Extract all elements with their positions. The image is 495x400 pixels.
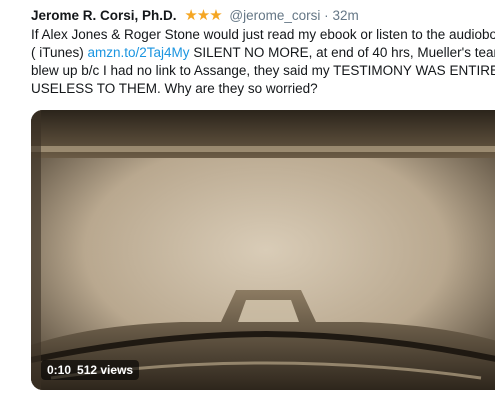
display-name[interactable]: Jerome R. Corsi, Ph.D. — [31, 8, 177, 23]
video-duration: 0:10 — [47, 363, 72, 377]
tweet-text-line: USELESS TO THEM. Why are they so worried… — [31, 80, 495, 98]
star-emoji-icon: ★★★ — [184, 7, 222, 24]
video-view-count: 512 views — [77, 363, 134, 377]
video-thumbnail — [31, 110, 495, 390]
tweet-text-segment: SILENT NO MORE, at end of 40 hrs, Muelle… — [189, 45, 495, 60]
tweet-text-line: If Alex Jones & Roger Stone would just r… — [31, 26, 495, 44]
tweet-link[interactable]: amzn.to/2Taj4My — [88, 45, 190, 60]
video-player[interactable]: 0:10 512 views — [31, 110, 495, 390]
tweet-text-line: ( iTunes) amzn.to/2Taj4My SILENT NO MORE… — [31, 44, 495, 62]
tweet[interactable]: Jerome R. Corsi, Ph.D. ★★★ @jerome_corsi… — [0, 0, 495, 400]
tweet-text: If Alex Jones & Roger Stone would just r… — [31, 26, 495, 98]
video-info-overlay: 0:10 512 views — [41, 360, 140, 380]
tweet-text-segment: If Alex Jones & Roger Stone would just r… — [31, 27, 495, 42]
tweet-text-line: blew up b/c I had no link to Assange, th… — [31, 62, 495, 80]
tweet-text-segment: USELESS TO THEM. Why are they so worried… — [31, 81, 318, 96]
separator-dot: · — [324, 8, 329, 23]
tweet-header: Jerome R. Corsi, Ph.D. ★★★ @jerome_corsi… — [31, 7, 359, 25]
user-handle[interactable]: @jerome_corsi — [229, 8, 320, 23]
tweet-timestamp[interactable]: 32m — [332, 8, 358, 23]
tweet-text-segment: blew up b/c I had no link to Assange, th… — [31, 63, 495, 78]
tweet-text-segment: ( iTunes) — [31, 45, 88, 60]
